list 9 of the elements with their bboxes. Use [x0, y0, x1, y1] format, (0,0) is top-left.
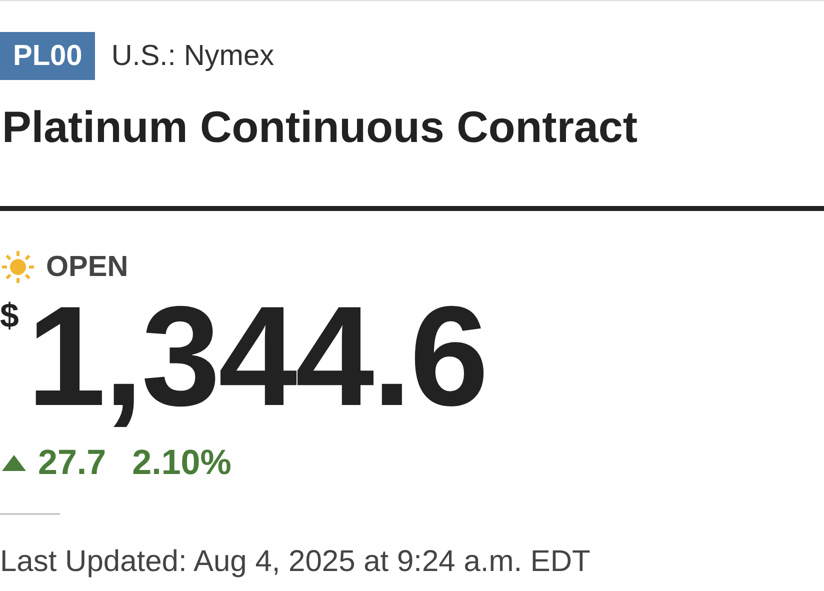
last-updated: Last Updated: Aug 4, 2025 at 9:24 a.m. EDT	[0, 545, 592, 579]
symbol-badge: PL00	[0, 32, 96, 80]
price-value: 1,344.6	[26, 289, 487, 425]
exchange-label: U.S.: Nymex	[111, 40, 274, 72]
change-amount: 27.7	[38, 443, 106, 483]
market-status: OPEN	[46, 250, 128, 284]
currency-symbol: $	[0, 297, 19, 336]
instrument-title: Platinum Continuous Contract	[2, 102, 639, 154]
change-percent: 2.10%	[132, 443, 232, 483]
